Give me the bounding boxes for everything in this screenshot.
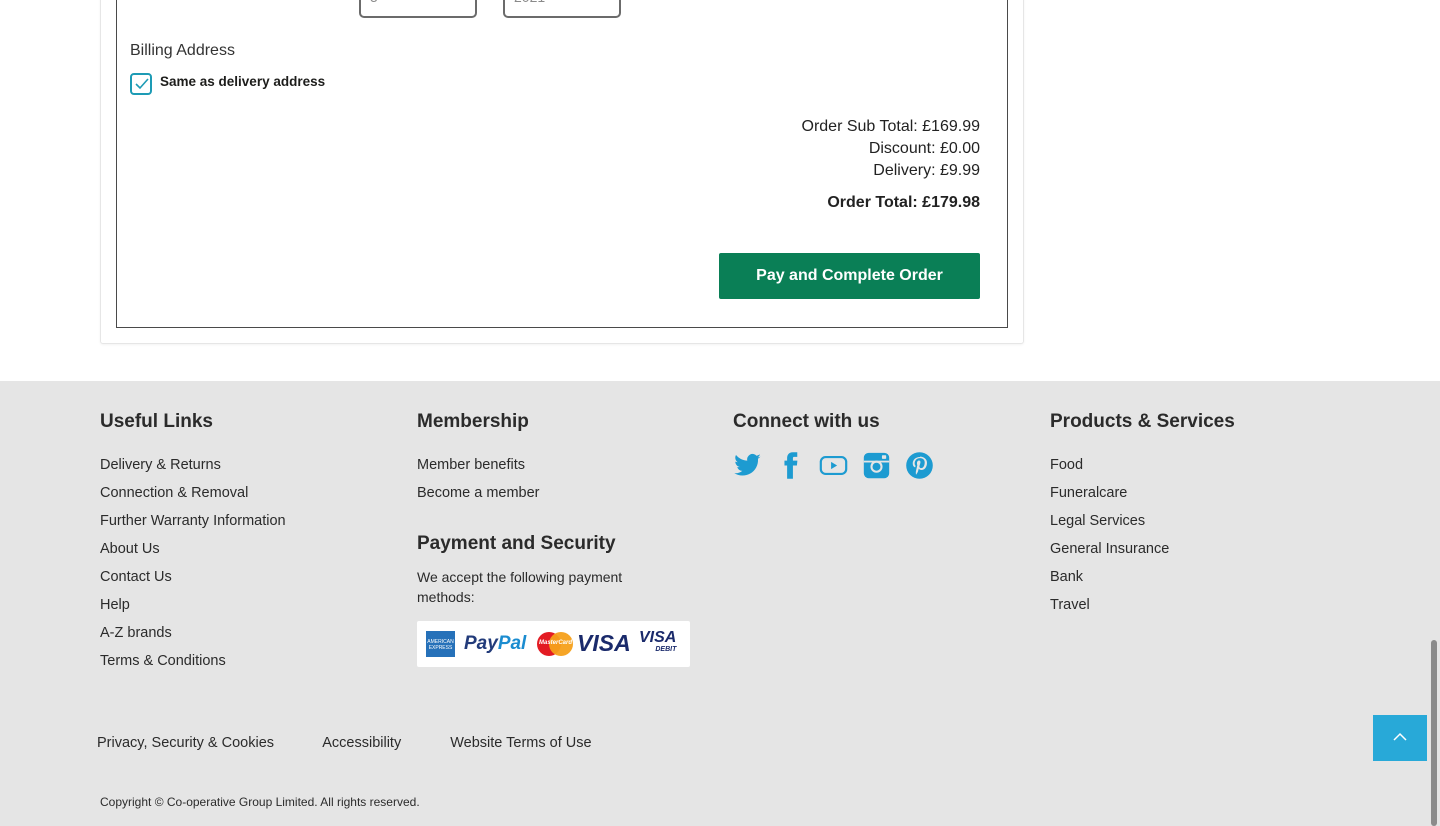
facebook-icon[interactable] xyxy=(776,451,805,480)
pay-and-complete-order-button[interactable]: Pay and Complete Order xyxy=(719,253,980,299)
payment-logos: AMERICAN EXPRESS PayPal MasterCard VISA V… xyxy=(417,621,690,667)
expiry-month-select[interactable]: 5 ▲▼ xyxy=(359,0,477,18)
expiry-year-select[interactable]: 2021 ▲▼ xyxy=(503,0,621,18)
payment-methods-text: We accept the following payment methods: xyxy=(417,569,623,605)
useful-links-heading: Useful Links xyxy=(100,411,213,432)
footer-link-member-benefits[interactable]: Member benefits xyxy=(417,457,525,473)
mastercard-logo: MasterCard xyxy=(537,632,573,656)
footer-link-about-us[interactable]: About Us xyxy=(100,541,160,557)
select-arrows-icon: ▲▼ xyxy=(608,0,615,1)
legal-link-terms-of-use[interactable]: Website Terms of Use xyxy=(450,735,591,751)
instagram-icon[interactable] xyxy=(862,451,891,480)
same-as-delivery-label[interactable]: Same as delivery address xyxy=(160,74,325,89)
amex-logo: AMERICAN EXPRESS xyxy=(426,631,455,657)
footer-link-funeralcare[interactable]: Funeralcare xyxy=(1050,485,1127,501)
twitter-icon[interactable] xyxy=(733,451,762,480)
visa-debit-logo: VISA DEBIT xyxy=(639,629,677,654)
pinterest-icon[interactable] xyxy=(905,451,934,480)
footer-link-az-brands[interactable]: A-Z brands xyxy=(100,625,172,641)
order-totals: Order Sub Total: £169.99 Discount: £0.00… xyxy=(802,116,981,214)
membership-heading: Membership xyxy=(417,411,529,432)
products-services-section: Products & Services Food Funeralcare Leg… xyxy=(1050,411,1235,619)
copyright: Copyright © Co-operative Group Limited. … xyxy=(100,795,420,809)
billing-address-label: Billing Address xyxy=(130,42,235,59)
scrollbar[interactable] xyxy=(1431,640,1437,826)
footer-link-food[interactable]: Food xyxy=(1050,457,1083,473)
footer-link-legal-services[interactable]: Legal Services xyxy=(1050,513,1145,529)
same-as-delivery-checkbox[interactable] xyxy=(130,73,152,95)
footer-link-general-insurance[interactable]: General Insurance xyxy=(1050,541,1169,557)
membership-section: Membership Member benefits Become a memb… xyxy=(417,411,690,667)
paypal-logo: PayPal xyxy=(464,633,527,654)
footer-link-connection-removal[interactable]: Connection & Removal xyxy=(100,485,248,501)
legal-link-accessibility[interactable]: Accessibility xyxy=(322,735,401,751)
footer-link-help[interactable]: Help xyxy=(100,597,130,613)
delivery-cost: Delivery: £9.99 xyxy=(873,162,980,179)
checkmark-icon xyxy=(135,78,149,90)
visa-logo: VISA xyxy=(577,630,631,656)
social-icons xyxy=(733,451,934,480)
expiry-year-value: 2021 xyxy=(514,0,545,5)
back-to-top-button[interactable] xyxy=(1373,715,1427,761)
footer-link-become-member[interactable]: Become a member xyxy=(417,485,540,501)
footer-link-travel[interactable]: Travel xyxy=(1050,597,1090,613)
legal-links: Privacy, Security & Cookies Accessibilit… xyxy=(97,735,637,751)
payment-security-section: Payment and Security We accept the follo… xyxy=(417,533,690,667)
useful-links-section: Useful Links Delivery & Returns Connecti… xyxy=(100,411,286,675)
expiry-month-value: 5 xyxy=(370,0,378,5)
discount: Discount: £0.00 xyxy=(868,140,980,157)
payment-security-heading: Payment and Security xyxy=(417,533,616,554)
footer: Useful Links Delivery & Returns Connecti… xyxy=(0,381,1440,826)
footer-link-delivery-returns[interactable]: Delivery & Returns xyxy=(100,457,221,473)
footer-link-warranty[interactable]: Further Warranty Information xyxy=(100,513,286,529)
products-services-heading: Products & Services xyxy=(1050,411,1235,432)
chevron-up-icon xyxy=(1393,732,1407,741)
connect-section: Connect with us xyxy=(733,411,934,480)
sub-total: Order Sub Total: £169.99 xyxy=(801,118,981,135)
connect-heading: Connect with us xyxy=(733,411,880,432)
select-arrows-icon: ▲▼ xyxy=(464,0,471,1)
footer-link-bank[interactable]: Bank xyxy=(1050,569,1083,585)
footer-link-contact-us[interactable]: Contact Us xyxy=(100,569,172,585)
legal-link-privacy[interactable]: Privacy, Security & Cookies xyxy=(97,735,274,751)
order-total: Order Total: £179.98 xyxy=(827,194,980,211)
footer-link-terms[interactable]: Terms & Conditions xyxy=(100,653,226,669)
youtube-icon[interactable] xyxy=(819,451,848,480)
